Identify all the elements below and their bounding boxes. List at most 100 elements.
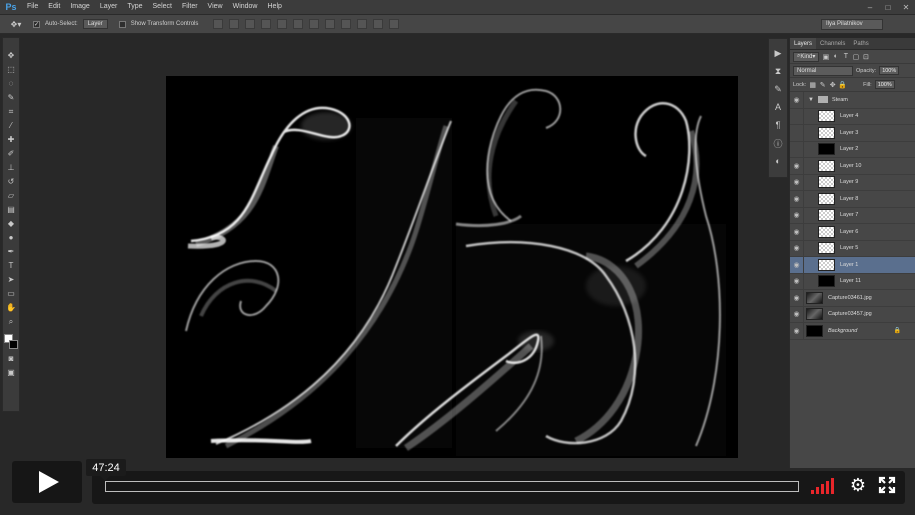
brush-tool-icon[interactable]: ✐ (5, 148, 17, 159)
color-swatches[interactable] (4, 334, 18, 350)
visibility-eye-icon[interactable]: ◉ (790, 289, 804, 306)
visibility-eye-icon[interactable]: ◉ (790, 91, 804, 108)
minimize-icon[interactable]: – (861, 0, 879, 14)
visibility-eye-icon[interactable]: ◉ (790, 256, 804, 273)
menu-help[interactable]: Help (263, 0, 287, 14)
zoom-tool-icon[interactable]: ⌕ (5, 316, 17, 327)
distribute-bottom-icon[interactable] (341, 19, 352, 29)
layer-row[interactable]: ◉ Layer 5 (790, 240, 915, 257)
auto-select-checkbox[interactable]: ✓ (33, 20, 40, 28)
lock-all-icon[interactable]: 🔒 (838, 81, 847, 89)
layer-row[interactable]: ◉ Capture03457.jpg (790, 306, 915, 323)
lock-transparent-icon[interactable]: ▦ (809, 81, 816, 89)
visibility-eye-icon[interactable]: ◉ (790, 174, 804, 191)
type-tool-icon[interactable]: T (5, 260, 17, 271)
visibility-eye-icon[interactable] (790, 124, 804, 141)
info-icon[interactable]: ⓘ (772, 137, 784, 149)
eyedropper-tool-icon[interactable]: ⁄ (5, 120, 17, 131)
menu-type[interactable]: Type (122, 0, 147, 14)
visibility-eye-icon[interactable]: ◉ (790, 157, 804, 174)
menu-view[interactable]: View (203, 0, 228, 14)
background-color-swatch[interactable] (9, 340, 18, 349)
filter-kind-dropdown[interactable]: ⌕ Kind ▾ (793, 51, 820, 62)
volume-icon[interactable] (811, 478, 837, 494)
shape-tool-icon[interactable]: ▭ (5, 288, 17, 299)
filter-shape-icon[interactable]: ▢ (852, 53, 860, 61)
healing-brush-tool-icon[interactable]: ✚ (5, 134, 17, 145)
align-left-icon[interactable] (261, 19, 272, 29)
crop-tool-icon[interactable]: ⌗ (5, 106, 17, 117)
history-icon[interactable]: ⧗ (772, 65, 784, 77)
layer-row[interactable]: ◉ Layer 7 (790, 207, 915, 224)
opacity-input[interactable]: 100% (879, 66, 900, 75)
filter-adjustment-icon[interactable]: ◐ (832, 53, 839, 60)
adjustments-icon[interactable]: ◐ (772, 155, 784, 167)
layer-row[interactable]: ◉ Layer 11 (790, 273, 915, 290)
menu-window[interactable]: Window (228, 0, 263, 14)
filter-smart-object-icon[interactable]: ⊡ (862, 53, 869, 61)
layer-row[interactable]: ◉ Layer 10 (790, 157, 915, 175)
fill-input[interactable]: 100% (874, 80, 895, 89)
menu-file[interactable]: File (22, 0, 43, 14)
layer-row[interactable]: ◉ Layer 1 (790, 256, 915, 274)
quick-select-tool-icon[interactable]: ✎ (5, 92, 17, 103)
layer-row[interactable]: ◉ Background 🔒 (790, 322, 915, 340)
layer-row[interactable]: Layer 3 (790, 124, 915, 142)
visibility-eye-icon[interactable]: ◉ (790, 240, 804, 257)
path-selection-tool-icon[interactable]: ➤ (5, 274, 17, 285)
gradient-tool-icon[interactable]: ▤ (5, 204, 17, 215)
move-tool-preset-icon[interactable]: ✥▾ (4, 17, 28, 31)
blend-mode-dropdown[interactable]: Normal (793, 65, 853, 76)
visibility-eye-icon[interactable]: ◉ (790, 273, 804, 290)
filter-pixel-icon[interactable]: ▣ (822, 53, 830, 61)
menu-layer[interactable]: Layer (95, 0, 123, 14)
auto-select-dropdown[interactable]: Layer (82, 19, 108, 29)
smoke-artwork[interactable] (166, 76, 738, 458)
brush-panel-icon[interactable]: ✎ (772, 83, 784, 95)
visibility-eye-icon[interactable]: ◉ (790, 207, 804, 224)
settings-gear-icon[interactable]: ⚙ (848, 475, 868, 495)
filter-type-icon[interactable]: T (842, 53, 849, 60)
layer-row[interactable]: Layer 4 (790, 108, 915, 125)
menu-select[interactable]: Select (148, 0, 177, 14)
eraser-tool-icon[interactable]: ▱ (5, 190, 17, 201)
menu-filter[interactable]: Filter (177, 0, 203, 14)
workspace-dropdown[interactable]: Ilya Pilatnikov (821, 19, 883, 30)
tab-paths[interactable]: Paths (849, 38, 872, 49)
paragraph-panel-icon[interactable]: ¶ (772, 119, 784, 131)
blur-tool-icon[interactable]: ◆ (5, 218, 17, 229)
play-action-icon[interactable]: ▶ (772, 47, 784, 59)
fullscreen-icon[interactable] (877, 475, 897, 495)
character-panel-icon[interactable]: A (772, 101, 784, 113)
layer-group-steam[interactable]: ◉ ▼ Steam (790, 91, 915, 109)
clone-stamp-tool-icon[interactable]: ⊥ (5, 162, 17, 173)
distribute-vcenter-icon[interactable] (325, 19, 336, 29)
align-hcenter-icon[interactable] (277, 19, 288, 29)
tab-layers[interactable]: Layers (790, 38, 817, 49)
distribute-left-icon[interactable] (357, 19, 368, 29)
visibility-eye-icon[interactable] (790, 141, 804, 158)
layer-row[interactable]: Layer 2 (790, 141, 915, 158)
distribute-top-icon[interactable] (309, 19, 320, 29)
layer-row[interactable]: ◉ Layer 6 (790, 223, 915, 241)
show-transform-checkbox[interactable] (118, 20, 126, 28)
layer-row[interactable]: ◉ Capture03461.jpg (790, 289, 915, 307)
tab-channels[interactable]: Channels (816, 38, 849, 49)
distribute-right-icon[interactable] (389, 19, 400, 29)
layer-row[interactable]: ◉ Layer 8 (790, 190, 915, 208)
hand-tool-icon[interactable]: ✋ (5, 302, 17, 313)
play-button[interactable] (12, 461, 82, 503)
align-top-icon[interactable] (213, 19, 224, 29)
group-expand-icon[interactable]: ▼ (808, 97, 814, 103)
lock-pixels-icon[interactable]: ✎ (819, 81, 826, 89)
distribute-hcenter-icon[interactable] (373, 19, 384, 29)
marquee-tool-icon[interactable]: ⬚ (5, 64, 17, 75)
menu-image[interactable]: Image (65, 0, 94, 14)
menu-edit[interactable]: Edit (43, 0, 65, 14)
lock-position-icon[interactable]: ✥ (829, 81, 836, 89)
visibility-eye-icon[interactable]: ◉ (790, 190, 804, 207)
history-brush-tool-icon[interactable]: ↺ (5, 176, 17, 187)
move-tool-icon[interactable]: ✥ (5, 50, 17, 61)
visibility-eye-icon[interactable]: ◉ (790, 306, 804, 323)
align-bottom-icon[interactable] (245, 19, 256, 29)
